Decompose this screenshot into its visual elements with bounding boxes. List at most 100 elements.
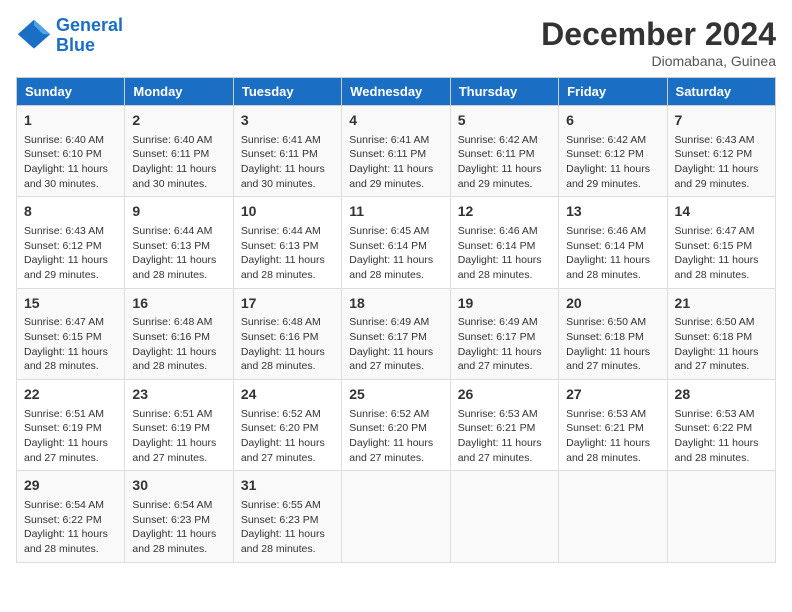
calendar-cell: 20Sunrise: 6:50 AMSunset: 6:18 PMDayligh…	[559, 288, 667, 379]
day-number: 2	[132, 111, 225, 131]
calendar-cell: 18Sunrise: 6:49 AMSunset: 6:17 PMDayligh…	[342, 288, 450, 379]
logo-text: General Blue	[56, 16, 123, 56]
calendar-cell: 7Sunrise: 6:43 AMSunset: 6:12 PMDaylight…	[667, 106, 775, 197]
calendar-cell: 24Sunrise: 6:52 AMSunset: 6:20 PMDayligh…	[233, 380, 341, 471]
logo-line2: Blue	[56, 35, 95, 55]
day-info: Sunrise: 6:54 AMSunset: 6:23 PMDaylight:…	[132, 498, 225, 557]
calendar-cell: 13Sunrise: 6:46 AMSunset: 6:14 PMDayligh…	[559, 197, 667, 288]
day-info: Sunrise: 6:41 AMSunset: 6:11 PMDaylight:…	[349, 133, 442, 192]
day-info: Sunrise: 6:46 AMSunset: 6:14 PMDaylight:…	[566, 224, 659, 283]
day-info: Sunrise: 6:48 AMSunset: 6:16 PMDaylight:…	[241, 315, 334, 374]
day-info: Sunrise: 6:47 AMSunset: 6:15 PMDaylight:…	[675, 224, 768, 283]
header-saturday: Saturday	[667, 78, 775, 106]
day-info: Sunrise: 6:53 AMSunset: 6:22 PMDaylight:…	[675, 407, 768, 466]
calendar-cell: 19Sunrise: 6:49 AMSunset: 6:17 PMDayligh…	[450, 288, 558, 379]
day-number: 12	[458, 202, 551, 222]
calendar-cell: 25Sunrise: 6:52 AMSunset: 6:20 PMDayligh…	[342, 380, 450, 471]
day-info: Sunrise: 6:48 AMSunset: 6:16 PMDaylight:…	[132, 315, 225, 374]
day-info: Sunrise: 6:47 AMSunset: 6:15 PMDaylight:…	[24, 315, 117, 374]
day-info: Sunrise: 6:44 AMSunset: 6:13 PMDaylight:…	[132, 224, 225, 283]
calendar-cell: 8Sunrise: 6:43 AMSunset: 6:12 PMDaylight…	[17, 197, 125, 288]
calendar-week-row: 1Sunrise: 6:40 AMSunset: 6:10 PMDaylight…	[17, 106, 776, 197]
page-header: General Blue December 2024 Diomabana, Gu…	[16, 16, 776, 69]
calendar-cell: 3Sunrise: 6:41 AMSunset: 6:11 PMDaylight…	[233, 106, 341, 197]
day-info: Sunrise: 6:42 AMSunset: 6:11 PMDaylight:…	[458, 133, 551, 192]
header-tuesday: Tuesday	[233, 78, 341, 106]
day-number: 13	[566, 202, 659, 222]
day-number: 28	[675, 385, 768, 405]
day-number: 9	[132, 202, 225, 222]
day-number: 21	[675, 294, 768, 314]
day-number: 27	[566, 385, 659, 405]
day-number: 16	[132, 294, 225, 314]
day-info: Sunrise: 6:42 AMSunset: 6:12 PMDaylight:…	[566, 133, 659, 192]
day-number: 29	[24, 476, 117, 496]
calendar-cell: 26Sunrise: 6:53 AMSunset: 6:21 PMDayligh…	[450, 380, 558, 471]
logo: General Blue	[16, 16, 123, 56]
header-sunday: Sunday	[17, 78, 125, 106]
calendar-week-row: 8Sunrise: 6:43 AMSunset: 6:12 PMDaylight…	[17, 197, 776, 288]
calendar-cell: 9Sunrise: 6:44 AMSunset: 6:13 PMDaylight…	[125, 197, 233, 288]
day-number: 17	[241, 294, 334, 314]
day-number: 4	[349, 111, 442, 131]
day-number: 20	[566, 294, 659, 314]
calendar-week-row: 29Sunrise: 6:54 AMSunset: 6:22 PMDayligh…	[17, 471, 776, 562]
calendar-subtitle: Diomabana, Guinea	[541, 53, 776, 69]
day-info: Sunrise: 6:52 AMSunset: 6:20 PMDaylight:…	[349, 407, 442, 466]
day-info: Sunrise: 6:49 AMSunset: 6:17 PMDaylight:…	[458, 315, 551, 374]
calendar-cell: 14Sunrise: 6:47 AMSunset: 6:15 PMDayligh…	[667, 197, 775, 288]
day-info: Sunrise: 6:45 AMSunset: 6:14 PMDaylight:…	[349, 224, 442, 283]
calendar-cell	[667, 471, 775, 562]
day-info: Sunrise: 6:55 AMSunset: 6:23 PMDaylight:…	[241, 498, 334, 557]
day-number: 5	[458, 111, 551, 131]
day-info: Sunrise: 6:40 AMSunset: 6:10 PMDaylight:…	[24, 133, 117, 192]
logo-line1: General	[56, 15, 123, 35]
day-info: Sunrise: 6:43 AMSunset: 6:12 PMDaylight:…	[24, 224, 117, 283]
day-number: 11	[349, 202, 442, 222]
day-number: 26	[458, 385, 551, 405]
calendar-cell	[559, 471, 667, 562]
day-number: 22	[24, 385, 117, 405]
day-info: Sunrise: 6:54 AMSunset: 6:22 PMDaylight:…	[24, 498, 117, 557]
day-number: 6	[566, 111, 659, 131]
day-info: Sunrise: 6:50 AMSunset: 6:18 PMDaylight:…	[675, 315, 768, 374]
calendar-cell: 30Sunrise: 6:54 AMSunset: 6:23 PMDayligh…	[125, 471, 233, 562]
calendar-cell: 11Sunrise: 6:45 AMSunset: 6:14 PMDayligh…	[342, 197, 450, 288]
day-info: Sunrise: 6:41 AMSunset: 6:11 PMDaylight:…	[241, 133, 334, 192]
calendar-title: December 2024	[541, 16, 776, 53]
calendar-cell: 28Sunrise: 6:53 AMSunset: 6:22 PMDayligh…	[667, 380, 775, 471]
day-info: Sunrise: 6:53 AMSunset: 6:21 PMDaylight:…	[566, 407, 659, 466]
day-number: 10	[241, 202, 334, 222]
calendar-cell: 31Sunrise: 6:55 AMSunset: 6:23 PMDayligh…	[233, 471, 341, 562]
day-info: Sunrise: 6:51 AMSunset: 6:19 PMDaylight:…	[132, 407, 225, 466]
day-number: 23	[132, 385, 225, 405]
calendar-week-row: 15Sunrise: 6:47 AMSunset: 6:15 PMDayligh…	[17, 288, 776, 379]
header-friday: Friday	[559, 78, 667, 106]
day-number: 7	[675, 111, 768, 131]
day-info: Sunrise: 6:51 AMSunset: 6:19 PMDaylight:…	[24, 407, 117, 466]
day-number: 8	[24, 202, 117, 222]
calendar-cell: 16Sunrise: 6:48 AMSunset: 6:16 PMDayligh…	[125, 288, 233, 379]
calendar-cell: 1Sunrise: 6:40 AMSunset: 6:10 PMDaylight…	[17, 106, 125, 197]
day-number: 24	[241, 385, 334, 405]
day-number: 18	[349, 294, 442, 314]
day-info: Sunrise: 6:52 AMSunset: 6:20 PMDaylight:…	[241, 407, 334, 466]
calendar-cell: 23Sunrise: 6:51 AMSunset: 6:19 PMDayligh…	[125, 380, 233, 471]
calendar-cell: 21Sunrise: 6:50 AMSunset: 6:18 PMDayligh…	[667, 288, 775, 379]
calendar-cell: 22Sunrise: 6:51 AMSunset: 6:19 PMDayligh…	[17, 380, 125, 471]
header-monday: Monday	[125, 78, 233, 106]
calendar-cell: 12Sunrise: 6:46 AMSunset: 6:14 PMDayligh…	[450, 197, 558, 288]
calendar-cell: 29Sunrise: 6:54 AMSunset: 6:22 PMDayligh…	[17, 471, 125, 562]
day-info: Sunrise: 6:49 AMSunset: 6:17 PMDaylight:…	[349, 315, 442, 374]
day-number: 19	[458, 294, 551, 314]
day-info: Sunrise: 6:53 AMSunset: 6:21 PMDaylight:…	[458, 407, 551, 466]
calendar-cell: 10Sunrise: 6:44 AMSunset: 6:13 PMDayligh…	[233, 197, 341, 288]
title-area: December 2024 Diomabana, Guinea	[541, 16, 776, 69]
header-thursday: Thursday	[450, 78, 558, 106]
calendar-cell: 15Sunrise: 6:47 AMSunset: 6:15 PMDayligh…	[17, 288, 125, 379]
day-number: 3	[241, 111, 334, 131]
day-info: Sunrise: 6:44 AMSunset: 6:13 PMDaylight:…	[241, 224, 334, 283]
day-number: 1	[24, 111, 117, 131]
day-info: Sunrise: 6:43 AMSunset: 6:12 PMDaylight:…	[675, 133, 768, 192]
day-number: 30	[132, 476, 225, 496]
